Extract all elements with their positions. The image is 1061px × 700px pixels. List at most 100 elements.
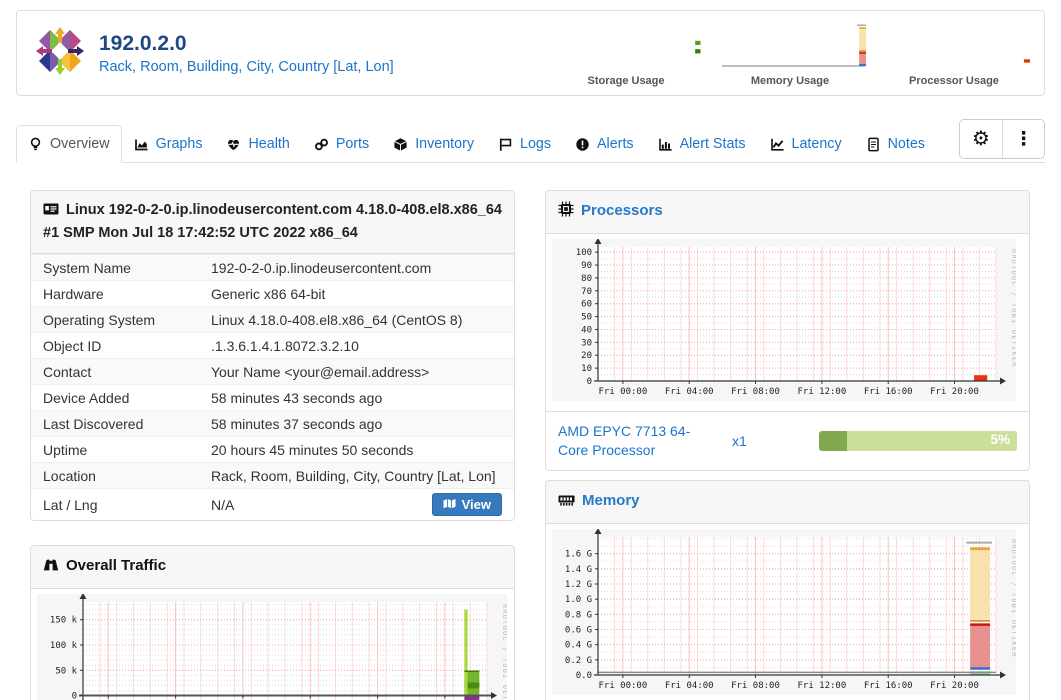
svg-text:60: 60 [581, 300, 592, 310]
id-card-icon [43, 202, 59, 223]
svg-text:0.4 G: 0.4 G [565, 640, 592, 650]
svg-text:Fri 08:00: Fri 08:00 [731, 681, 780, 691]
svg-text:RRDTOOL / TOBI OETIKER: RRDTOOL / TOBI OETIKER [1010, 249, 1016, 368]
right-column: Processors 0 10 20 30 40 50 60 70 80 90 100 Fri 00:… [545, 190, 1030, 700]
system-hostname: Linux 192-0-2-0.ip.linodeusercontent.com… [43, 202, 502, 242]
svg-text:0.2 G: 0.2 G [565, 656, 592, 666]
memory-graph[interactable]: 0.0 0.2 G 0.4 G 0.6 G 0.8 G 1.0 G 1.2 G 1.4 G 1.… [546, 524, 1029, 700]
processor-row: AMD EPYC 7713 64-Core Processor x1 5% [546, 411, 1029, 470]
line-chart-icon [770, 138, 784, 151]
svg-text:30: 30 [581, 338, 592, 348]
storage-usage-label: Storage Usage [587, 75, 665, 87]
table-row: Contact Your Name <your@email.address> [31, 358, 514, 385]
cpu-chip-icon [558, 201, 574, 224]
svg-text:Fri 04:00: Fri 04:00 [665, 681, 714, 691]
bar-chart-icon [658, 138, 672, 151]
lightbulb-icon [30, 137, 41, 150]
table-row-latlng: Lat / Lng N/A View [31, 488, 514, 520]
ram-icon [558, 492, 575, 514]
tab-notes[interactable]: Notes [854, 125, 937, 163]
svg-text:90: 90 [581, 261, 592, 271]
svg-text:0.8 G: 0.8 G [565, 610, 592, 620]
svg-text:Fri 12:00: Fri 12:00 [797, 681, 846, 691]
svg-text:1.6 G: 1.6 G [565, 549, 592, 559]
map-icon [443, 497, 456, 512]
processor-usage-minigraph[interactable] [878, 19, 1030, 74]
settings-button[interactable]: ⚙ [960, 120, 1002, 158]
svg-text:1.2 G: 1.2 G [565, 580, 592, 590]
processors-card-title: Processors [581, 202, 663, 219]
tab-health[interactable]: Health [214, 125, 301, 163]
processors-graph[interactable]: 0 10 20 30 40 50 60 70 80 90 100 Fri 00:00 Fri 04:00… [546, 234, 1029, 411]
table-row: Uptime 20 hours 45 minutes 50 seconds [31, 436, 514, 462]
svg-text:40: 40 [581, 325, 592, 335]
heartbeat-icon [228, 139, 240, 150]
area-chart-icon [134, 139, 148, 150]
flag-icon [499, 138, 512, 151]
centos-logo-icon [35, 25, 85, 81]
processors-card-header: Processors [546, 191, 1029, 235]
svg-text:150 k: 150 k [50, 616, 78, 626]
cpu-name-link[interactable]: AMD EPYC 7713 64-Core Processor [558, 422, 710, 460]
table-row: Object ID .1.3.6.1.4.1.8072.3.2.10 [31, 332, 514, 358]
svg-text:Fri 16:00: Fri 16:00 [864, 681, 913, 691]
system-table: System Name 192-0-2-0.ip.linodeuserconten… [31, 254, 514, 520]
svg-text:Fri 04:00: Fri 04:00 [665, 387, 714, 397]
device-tabbar: Overview Graphs Health Ports Inventory L… [16, 119, 1045, 163]
tab-latency[interactable]: Latency [758, 125, 854, 163]
traffic-card-title: Overall Traffic [66, 557, 167, 575]
device-overview-page: 192.0.2.0 Rack, Room, Building, City, Co… [0, 0, 1061, 700]
view-map-button[interactable]: View [431, 493, 502, 517]
memory-card-header: Memory [546, 480, 1029, 524]
svg-text:100: 100 [576, 248, 592, 258]
tab-overview[interactable]: Overview [16, 125, 122, 163]
svg-text:Fri 12:00: Fri 12:00 [797, 387, 846, 397]
svg-text:1.4 G: 1.4 G [565, 565, 592, 575]
svg-text:Fri 00:00: Fri 00:00 [598, 387, 647, 397]
svg-text:80: 80 [581, 274, 592, 284]
kebab-menu-icon: ⋮ [1014, 128, 1033, 150]
cpu-count: x1 [732, 432, 747, 449]
svg-text:0.6 G: 0.6 G [565, 625, 592, 635]
svg-text:0.0: 0.0 [576, 671, 592, 681]
table-row: Hardware Generic x86 64-bit [31, 280, 514, 306]
svg-text:70: 70 [581, 287, 592, 297]
svg-text:50: 50 [581, 313, 592, 323]
processors-card: Processors 0 10 20 30 40 50 60 70 80 90 100 Fri 00:… [545, 190, 1030, 471]
cpu-usage-fill [819, 430, 847, 451]
svg-text:20: 20 [581, 351, 592, 361]
tab-alert-stats[interactable]: Alert Stats [646, 125, 758, 163]
memory-card: Memory 0.0 0.2 G 0.4 G 0.6 G 0.8 G 1.0 G 1.2 G… [545, 479, 1030, 700]
tab-logs[interactable]: Logs [486, 125, 563, 163]
tab-inventory[interactable]: Inventory [381, 125, 486, 163]
svg-text:Fri 20:00: Fri 20:00 [930, 387, 979, 397]
link-icon [314, 138, 328, 150]
svg-text:1.0 G: 1.0 G [565, 595, 592, 605]
page-title: 192.0.2.0 [99, 32, 187, 56]
file-text-icon [867, 137, 879, 151]
table-row: Location Rack, Room, Building, City, Coun… [31, 462, 514, 489]
device-location-link[interactable]: Rack, Room, Building, City, Country [Lat… [99, 59, 394, 75]
svg-text:10: 10 [581, 364, 592, 374]
storage-usage-minigraph[interactable] [550, 19, 702, 74]
memory-usage-minigraph[interactable] [714, 19, 866, 74]
overall-traffic-graph[interactable]: 0 50 k 100 k 150 k RRDTOOL / TOBI OETIKER [31, 589, 514, 700]
tab-alerts[interactable]: Alerts [563, 125, 646, 163]
tab-ports[interactable]: Ports [302, 125, 381, 163]
tab-graphs[interactable]: Graphs [122, 125, 215, 163]
table-row: Operating System Linux 4.18.0-408.el8.x86… [31, 306, 514, 333]
exclamation-circle-icon [576, 137, 589, 151]
more-menu-button[interactable]: ⋮ [1002, 120, 1044, 158]
svg-text:RRDTOOL / TOBI OETIKER: RRDTOOL / TOBI OETIKER [501, 604, 507, 700]
table-row: System Name 192-0-2-0.ip.linodeuserconten… [31, 254, 514, 281]
system-card-header: Linux 192-0-2-0.ip.linodeusercontent.com… [31, 191, 514, 255]
traffic-card-header: Overall Traffic [31, 546, 514, 590]
tab-actions-group: ⚙ ⋮ [959, 119, 1045, 159]
memory-card-title: Memory [582, 491, 640, 509]
overview-content: Linux 192-0-2-0.ip.linodeusercontent.com… [0, 190, 1061, 700]
svg-text:Fri 08:00: Fri 08:00 [731, 387, 780, 397]
svg-text:Fri 20:00: Fri 20:00 [930, 681, 979, 691]
svg-text:Fri 16:00: Fri 16:00 [864, 387, 913, 397]
svg-text:RRDTOOL / TOBI OETIKER: RRDTOOL / TOBI OETIKER [1010, 539, 1016, 658]
gear-icon: ⚙ [972, 128, 990, 150]
